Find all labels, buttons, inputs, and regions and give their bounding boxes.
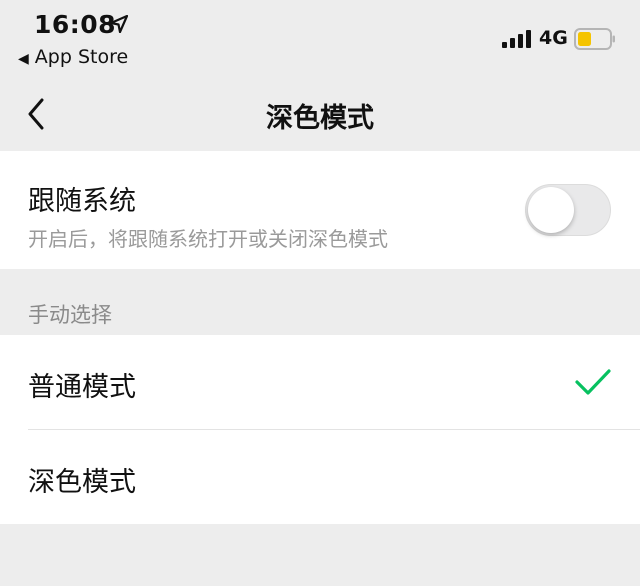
mode-option-normal[interactable]: 普通模式 (0, 335, 640, 430)
follow-system-toggle[interactable] (525, 184, 611, 236)
signal-bars-icon (502, 30, 531, 48)
mode-option-label: 深色模式 (28, 467, 136, 498)
page-title: 深色模式 (266, 103, 374, 134)
battery-icon (574, 28, 615, 50)
back-app-label: App Store (34, 46, 129, 68)
status-bar: 16:08 ◀ App Store 4G (0, 0, 640, 80)
follow-system-row: 跟随系统 开启后，将跟随系统打开或关闭深色模式 (0, 151, 640, 269)
mode-option-label: 普通模式 (28, 372, 136, 403)
follow-system-description: 开启后，将跟随系统打开或关闭深色模式 (28, 227, 388, 251)
back-to-app-link[interactable]: ◀ App Store (18, 46, 128, 68)
toggle-knob (528, 187, 574, 233)
mode-option-dark[interactable]: 深色模式 (0, 430, 640, 524)
checkmark-icon (575, 369, 611, 395)
back-triangle-icon: ◀ (18, 51, 29, 67)
mode-options-list: 普通模式 深色模式 (0, 335, 640, 524)
status-time: 16:08 (34, 10, 117, 39)
location-arrow-icon (110, 15, 128, 33)
nav-bar: 深色模式 (0, 80, 640, 150)
follow-system-title: 跟随系统 (28, 186, 136, 217)
network-type: 4G (539, 27, 568, 49)
section-header-manual: 手动选择 (28, 303, 112, 327)
